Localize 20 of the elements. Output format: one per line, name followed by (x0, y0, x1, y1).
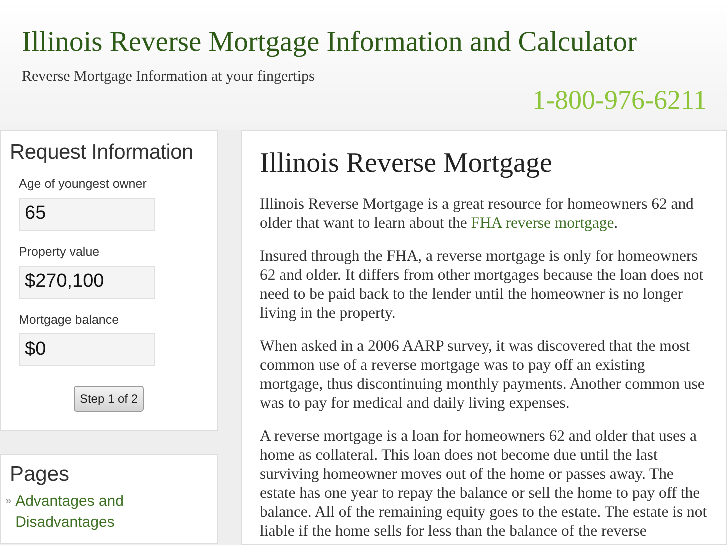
paragraph: A reverse mortgage is a loan for homeowners 62 and older that uses a home as collateral. This loan does not become due until the last surviving homeowner moves out of the home or passes away. The estate has one year to repay the balance or sell the home to pay off the balance. All of the remaining equity goes to the estate. The estate is not liable if the home sells for less than the balance of the reverse (260, 427, 708, 541)
bullet-mark: » (6, 495, 12, 510)
input-field[interactable]: $0 (19, 333, 155, 366)
paragraph: When asked in a 2006 AARP survey, it was discovered that the most common use of a reverse mortgage was to pay off an existing mortgage, thus discontinuing monthly payments. Another common use was to pay for medical and daily living expenses. (260, 337, 706, 413)
field-label: Mortgage balance (19, 312, 120, 329)
site-tagline: Reverse Mortgage Information at your fingertips (22, 68, 315, 87)
panel-title: Pages (9, 462, 71, 488)
panel-title: Request Information (9, 140, 194, 166)
site-title[interactable]: Illinois Reverse Mortgage Information and Calculator (22, 22, 637, 65)
step-button[interactable]: Step 1 of 2 (74, 386, 144, 412)
page-link[interactable]: Advantages and Disadvantages (16, 491, 212, 534)
field-label: Property value (19, 244, 101, 261)
paragraph: Illinois Reverse Mortgage is a great resource for homeowners 62 and older that want to learn about the FHA reverse mortgage. (260, 195, 695, 233)
field-label: Age of youngest owner (19, 176, 148, 193)
phone-number: 1-800-976-6211 (532, 84, 707, 117)
article-title: Illinois Reverse Mortgage (260, 147, 554, 181)
input-field[interactable]: $270,100 (19, 266, 155, 298)
input-field[interactable]: 65 (19, 198, 155, 231)
paragraph: Insured through the FHA, a reverse mortgage is only for homeowners 62 and older. It differs from other mortgages because the loan does not need to be paid back to the lender until the homeowner is no longer living in the property. (260, 247, 705, 323)
text-link[interactable]: FHA reverse mortgage (471, 215, 614, 232)
